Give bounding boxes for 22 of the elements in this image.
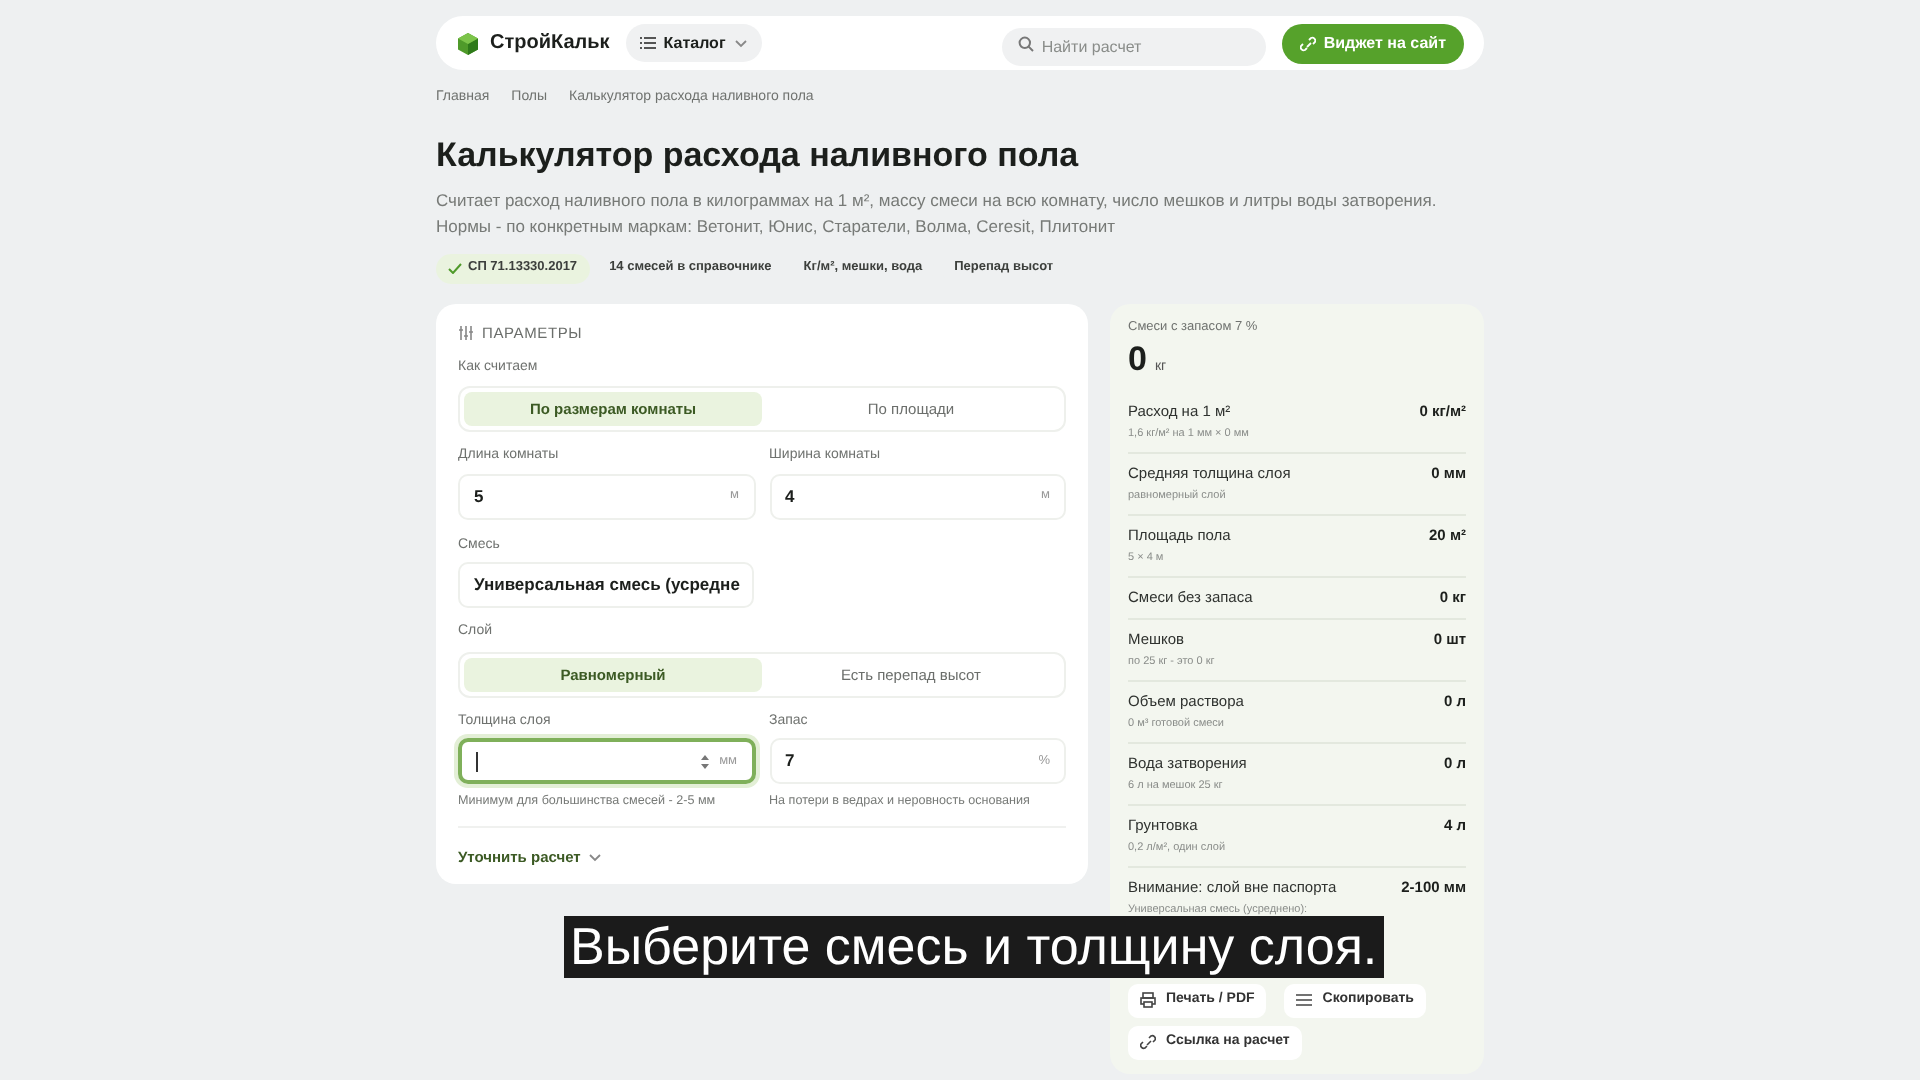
total-value: 0 [1128, 338, 1147, 383]
list-icon [639, 36, 656, 50]
search-icon [1017, 35, 1034, 51]
subtitle-caption: Выберите смесь и толщину слоя. [564, 916, 1384, 978]
chevron-down-icon [588, 851, 603, 862]
description-text: Считает расход наливного пола в килограммах на 1 м², массу смеси на всю комнату, число мешков и литры воды затворения. [436, 187, 1439, 213]
lines-icon [1296, 992, 1313, 1009]
spinner-icon [699, 753, 710, 770]
page-title: Калькулятор расхода наливного пола [436, 135, 1081, 175]
check-icon [448, 262, 462, 274]
logo-text[interactable]: СтройКальк [490, 28, 610, 58]
description-text: Нормы - по конкретным маркам: Ветонит, Юнис, Старатели, Волма, Ceresit, Плитонит [436, 213, 1117, 239]
link-icon [1140, 1034, 1156, 1051]
link-icon [1299, 35, 1316, 51]
text-cursor [476, 751, 478, 772]
sliders-icon [458, 325, 474, 340]
mix-select[interactable]: Универсальная смесь (усредне [458, 562, 754, 609]
catalog-button[interactable]: Каталог [625, 24, 762, 62]
printer-icon [1140, 992, 1156, 1009]
cube-icon [456, 31, 480, 55]
chevron-down-icon [733, 38, 748, 48]
search-field[interactable]: Найти расчет [1001, 27, 1266, 65]
